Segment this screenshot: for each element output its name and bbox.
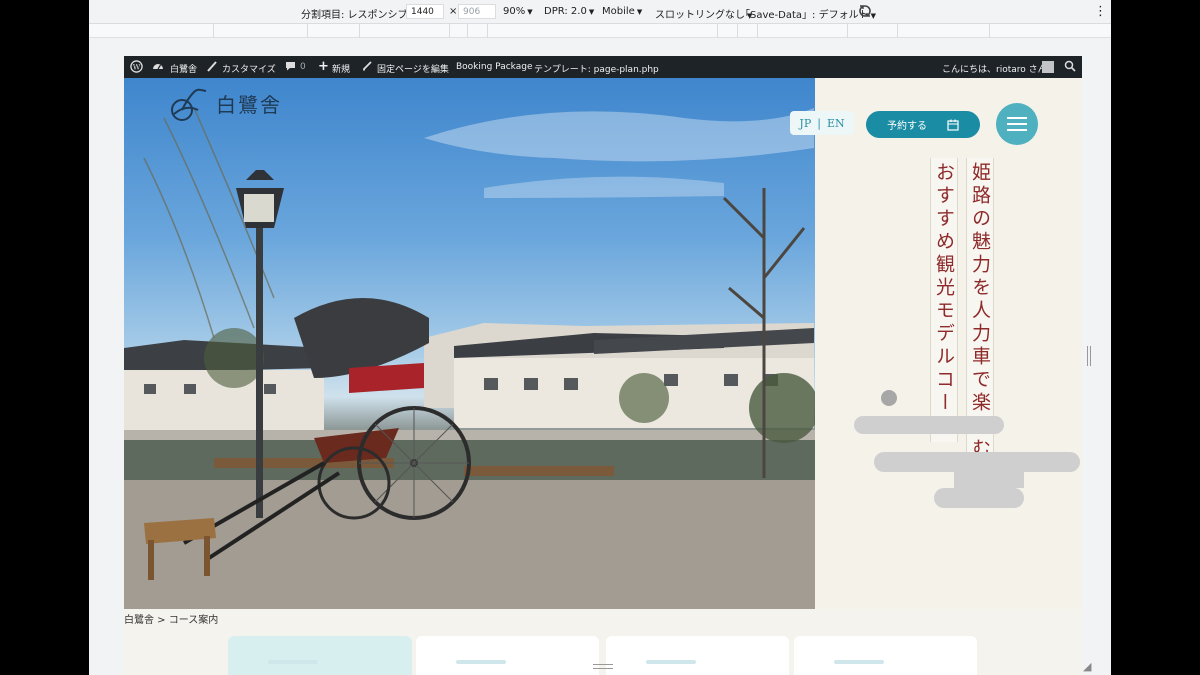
rotate-icon[interactable] — [857, 3, 873, 22]
throttle-dropdown[interactable]: スロットリングなし ▼ — [655, 6, 752, 21]
course-tab-card[interactable] — [606, 636, 789, 675]
svg-text:W: W — [133, 62, 141, 71]
menu-line-icon — [1007, 129, 1027, 131]
height-input[interactable]: 906 — [458, 4, 496, 19]
menu-line-icon — [1007, 123, 1027, 125]
brush-icon[interactable] — [206, 60, 218, 75]
search-icon[interactable] — [1064, 60, 1076, 75]
course-tab-card[interactable] — [228, 636, 412, 675]
width-input[interactable]: 1440 — [406, 4, 444, 19]
browser-devtools-frame: 分割項目: レスポンシブ▼ 1440 × 906 90%▼ DPR: 2.0▼ … — [89, 0, 1111, 675]
media-query-ruler — [89, 24, 1111, 38]
customize-link[interactable]: カスタマイズ — [222, 62, 276, 75]
new-link[interactable]: 新規 — [332, 62, 350, 75]
hamburger-menu-button[interactable] — [996, 103, 1038, 145]
dimensions-dropdown[interactable]: 分割項目: レスポンシブ▼ — [301, 6, 415, 21]
lang-separator: | — [817, 116, 821, 130]
hero-image — [124, 78, 815, 609]
reserve-button[interactable]: 予約する — [866, 111, 980, 138]
cloud-decoration-icon — [854, 390, 1080, 508]
site-logo[interactable]: 白鷺舎 — [168, 84, 282, 122]
template-info[interactable]: テンプレート: page-plan.php — [534, 62, 659, 75]
breadcrumb[interactable]: 白鷺舎 > コース案内 — [124, 611, 218, 626]
booking-package-link[interactable]: Booking Package — [456, 62, 532, 72]
comment-icon[interactable] — [285, 61, 296, 74]
pencil-icon[interactable] — [362, 60, 373, 74]
avatar[interactable] — [1042, 61, 1054, 73]
greeting-text[interactable]: こんにちは、riotaro さん — [942, 62, 1047, 75]
times-sign: × — [449, 6, 458, 17]
lang-jp-link[interactable]: JP — [799, 117, 811, 130]
language-switcher: JP | EN — [790, 111, 854, 135]
comment-count[interactable]: 0 — [300, 62, 306, 72]
bottom-resize-handle[interactable] — [593, 664, 613, 669]
more-options-icon[interactable]: ⋮ — [1094, 4, 1107, 19]
plus-icon[interactable]: + — [318, 59, 329, 74]
menu-line-icon — [1007, 117, 1027, 119]
edit-page-link[interactable]: 固定ページを編集 — [377, 62, 449, 75]
zoom-dropdown[interactable]: 90% ▼ — [503, 6, 533, 17]
course-tab-card[interactable] — [794, 636, 977, 675]
reserve-label: 予約する — [887, 121, 927, 132]
dpr-dropdown[interactable]: DPR: 2.0 ▼ — [544, 6, 594, 17]
lang-en-link[interactable]: EN — [827, 117, 845, 130]
wp-admin-bar: W 白鷺舎 カスタマイズ 0 + 新規 固定ページを編集 Booking Pac… — [124, 56, 1082, 78]
wordpress-icon[interactable]: W — [130, 60, 143, 76]
calendar-icon — [947, 119, 959, 131]
heron-logo-icon — [171, 88, 207, 121]
logo-text: 白鷺舎 — [216, 92, 282, 117]
course-tab-card[interactable] — [416, 636, 599, 675]
dashboard-icon[interactable] — [152, 60, 164, 75]
mode-dropdown[interactable]: Mobile ▼ — [602, 6, 642, 17]
save-data-dropdown[interactable]: 「Save-Data」: デフォルト ▼ — [740, 6, 876, 21]
device-viewport: W 白鷺舎 カスタマイズ 0 + 新規 固定ページを編集 Booking Pac… — [124, 56, 1082, 675]
corner-resize-icon[interactable]: ◢ — [1083, 660, 1091, 673]
device-toolbar: 分割項目: レスポンシブ▼ 1440 × 906 90%▼ DPR: 2.0▼ … — [89, 0, 1111, 24]
right-resize-handle[interactable] — [1087, 346, 1091, 366]
site-name-link[interactable]: 白鷺舎 — [170, 62, 197, 75]
